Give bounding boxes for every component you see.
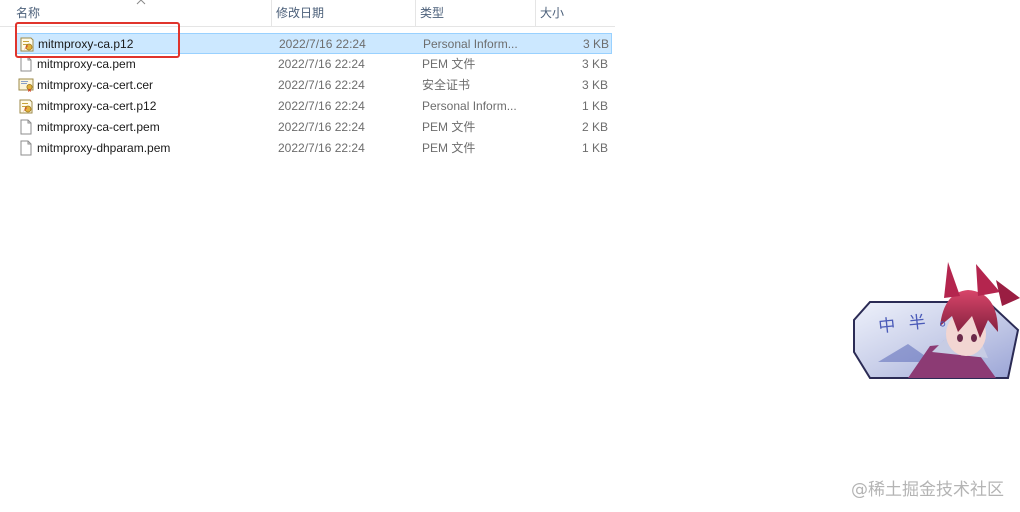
- column-header-type[interactable]: 类型: [415, 0, 535, 26]
- column-header-size[interactable]: 大小: [535, 0, 615, 26]
- file-size: 3 KB: [582, 37, 609, 51]
- anime-character-sticker: 中 半 。: [848, 262, 1020, 382]
- file-explorer: 名称 修改日期 类型 大小 mitmproxy-ca.p12 2022/7/16 …: [0, 0, 1020, 512]
- file-size: 3 KB: [581, 57, 608, 71]
- file-modified-date: 2022/7/16 22:24: [278, 141, 365, 155]
- file-modified-date: 2022/7/16 22:24: [278, 78, 365, 92]
- file-row[interactable]: mitmproxy-ca-cert.p12 2022/7/16 22:24 Pers…: [16, 96, 612, 117]
- file-modified-date: 2022/7/16 22:24: [278, 99, 365, 113]
- file-name: mitmproxy-ca-cert.pem: [37, 120, 160, 134]
- file-type: Personal Inform...: [423, 37, 518, 51]
- file-modified-date: 2022/7/16 22:24: [278, 120, 365, 134]
- file-type: PEM 文件: [422, 141, 476, 155]
- file-name: mitmproxy-dhparam.pem: [37, 141, 171, 155]
- file-modified-date: 2022/7/16 22:24: [278, 57, 365, 71]
- blank-file-icon: [18, 119, 34, 135]
- certificate-package-icon: [18, 98, 34, 114]
- file-type: PEM 文件: [422, 57, 476, 71]
- annotation-highlight-box: [15, 22, 180, 58]
- file-size: 3 KB: [581, 78, 608, 92]
- file-size: 1 KB: [581, 141, 608, 155]
- column-header-date[interactable]: 修改日期: [271, 0, 415, 26]
- file-type: Personal Inform...: [422, 99, 517, 113]
- file-row[interactable]: mitmproxy-ca-cert.pem 2022/7/16 22:24 PEM …: [16, 117, 612, 138]
- blank-file-icon: [18, 140, 34, 156]
- file-size: 1 KB: [581, 99, 608, 113]
- file-row[interactable]: mitmproxy-dhparam.pem 2022/7/16 22:24 PEM …: [16, 138, 612, 159]
- file-type: 安全证书: [422, 78, 471, 92]
- blank-file-icon: [18, 56, 34, 72]
- security-certificate-icon: [18, 77, 34, 93]
- file-size: 2 KB: [581, 120, 608, 134]
- file-modified-date: 2022/7/16 22:24: [279, 37, 366, 51]
- file-name: mitmproxy-ca-cert.p12: [37, 99, 157, 113]
- watermark-text: @稀土掘金技术社区: [851, 480, 1004, 500]
- file-type: PEM 文件: [422, 120, 476, 134]
- file-name: mitmproxy-ca-cert.cer: [37, 78, 154, 92]
- file-row[interactable]: mitmproxy-ca-cert.cer 2022/7/16 22:24 安全证书…: [16, 75, 612, 96]
